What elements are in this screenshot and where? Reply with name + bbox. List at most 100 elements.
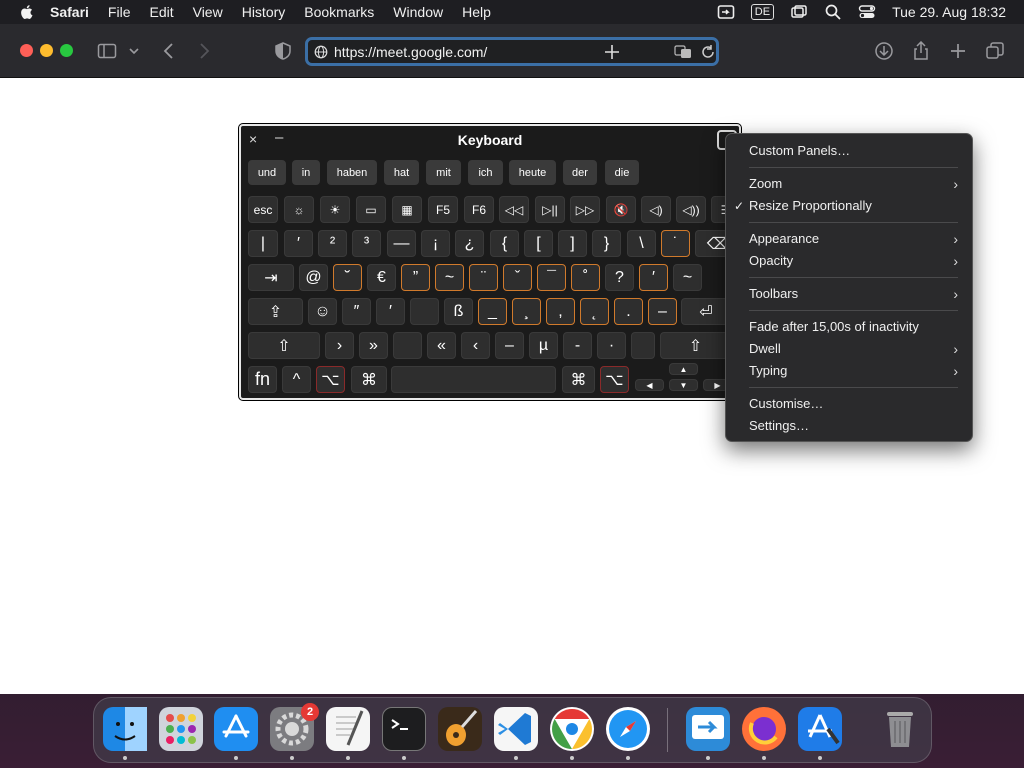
key-volume-down[interactable]: ◁) (641, 196, 671, 223)
key-command-left[interactable]: ⌘ (351, 366, 387, 393)
key[interactable] (631, 332, 655, 359)
key-brightness-down[interactable]: ☼ (284, 196, 314, 223)
forward-icon[interactable] (194, 41, 214, 61)
keyboard-viewer-panel[interactable]: × – Keyboard und in haben hat mit ich he… (238, 123, 742, 401)
terminal-icon[interactable] (382, 707, 426, 751)
apple-icon[interactable] (18, 3, 36, 21)
address-bar[interactable]: https://meet.google.com/ (305, 37, 719, 66)
dead-key[interactable]: ” (401, 264, 430, 291)
key[interactable]: { (490, 230, 519, 257)
suggestion-key[interactable]: und (248, 160, 286, 185)
key[interactable]: @ (299, 264, 328, 291)
menu-file[interactable]: File (108, 4, 131, 20)
window-minimize-button[interactable] (40, 44, 53, 57)
key-arrow-down[interactable]: ▼ (669, 379, 698, 391)
app-store-icon[interactable] (214, 707, 258, 751)
suggestion-key[interactable]: ich (468, 160, 503, 185)
menu-item-resize-proportionally[interactable]: ✓ Resize Proportionally (726, 195, 972, 217)
menu-item-dwell[interactable]: Dwell › (726, 338, 972, 360)
menu-item-typing[interactable]: Typing › (726, 360, 972, 382)
key-esc[interactable]: esc (248, 196, 278, 223)
firefox-icon[interactable] (742, 707, 786, 751)
key[interactable]: ] (558, 230, 587, 257)
menu-clock[interactable]: Tue 29. Aug 18:32 (892, 4, 1006, 20)
key[interactable]: \ (627, 230, 656, 257)
key-arrow-up[interactable]: ▲ (669, 363, 698, 375)
key[interactable]: ~ (673, 264, 702, 291)
downloads-icon[interactable] (874, 41, 894, 61)
dead-key[interactable]: ˚ (571, 264, 600, 291)
key[interactable]: µ (529, 332, 558, 359)
key-brightness-up[interactable]: ☀ (320, 196, 350, 223)
dead-key[interactable]: ˘ (333, 264, 362, 291)
window-switcher-icon[interactable] (790, 3, 808, 21)
dead-key[interactable]: . (614, 298, 643, 325)
key[interactable]: [ (524, 230, 553, 257)
key[interactable]: ² (318, 230, 347, 257)
key[interactable]: } (592, 230, 621, 257)
menu-item-settings[interactable]: Settings… (726, 415, 972, 437)
key-command-right[interactable]: ⌘ (562, 366, 595, 393)
key-shift-left[interactable]: ⇧ (248, 332, 320, 359)
key-control[interactable]: ^ (282, 366, 311, 393)
menu-item-custom-panels[interactable]: Custom Panels… (726, 140, 972, 162)
dead-key[interactable]: ˛ (580, 298, 609, 325)
key[interactable]: – (495, 332, 524, 359)
share-icon[interactable] (911, 41, 931, 61)
key[interactable]: › (325, 332, 354, 359)
key-mute[interactable]: 🔇 (606, 196, 636, 223)
menu-help[interactable]: Help (462, 4, 491, 20)
key[interactable]: € (367, 264, 396, 291)
key-mission-control[interactable]: ▭ (356, 196, 386, 223)
key[interactable]: ? (605, 264, 634, 291)
key[interactable]: ¿ (455, 230, 484, 257)
suggestion-key[interactable]: heute (509, 160, 556, 185)
menu-app-name[interactable]: Safari (50, 4, 89, 20)
translate-icon[interactable] (674, 44, 692, 60)
key-option-left[interactable]: ⌥ (316, 366, 345, 393)
key-fn[interactable]: fn (248, 366, 277, 393)
menu-item-toolbars[interactable]: Toolbars › (726, 283, 972, 305)
key-return[interactable]: ⏎ (681, 298, 731, 325)
sidebar-icon[interactable] (97, 41, 117, 61)
new-tab-icon[interactable] (948, 41, 968, 61)
dead-key[interactable]: ~ (435, 264, 464, 291)
dead-key[interactable]: ˙ (661, 230, 690, 257)
menu-item-customise[interactable]: Customise… (726, 393, 972, 415)
key[interactable]: ‹ (461, 332, 490, 359)
chevron-down-icon[interactable] (127, 41, 141, 61)
suggestion-key[interactable]: der (563, 160, 597, 185)
menu-item-zoom[interactable]: Zoom › (726, 173, 972, 195)
key[interactable] (393, 332, 422, 359)
chrome-icon[interactable] (550, 707, 594, 751)
key[interactable]: ¡ (421, 230, 450, 257)
key[interactable]: « (427, 332, 456, 359)
key-f5[interactable]: F5 (428, 196, 458, 223)
reload-icon[interactable] (700, 44, 716, 60)
safari-icon[interactable] (606, 707, 650, 751)
key-f6[interactable]: F6 (464, 196, 494, 223)
dead-key[interactable]: ¯ (537, 264, 566, 291)
dead-key[interactable]: , (546, 298, 575, 325)
key[interactable] (410, 298, 439, 325)
key[interactable]: ′ (376, 298, 405, 325)
menu-item-opacity[interactable]: Opacity › (726, 250, 972, 272)
key[interactable]: — (387, 230, 416, 257)
dead-key[interactable]: ¸ (512, 298, 541, 325)
suggestion-key[interactable]: in (292, 160, 320, 185)
key[interactable]: ′ (284, 230, 313, 257)
garageband-icon[interactable] (438, 707, 482, 751)
dead-key[interactable]: ˇ (503, 264, 532, 291)
back-icon[interactable] (159, 41, 179, 61)
key-volume-up[interactable]: ◁)) (676, 196, 706, 223)
key[interactable]: ß (444, 298, 473, 325)
key-rewind[interactable]: ◁◁ (499, 196, 529, 223)
suggestion-key[interactable]: mit (426, 160, 461, 185)
key[interactable]: ³ (352, 230, 381, 257)
finder-icon[interactable] (103, 707, 147, 751)
screen-sharing-icon[interactable] (686, 707, 730, 751)
dead-key[interactable]: ¨ (469, 264, 498, 291)
menu-history[interactable]: History (242, 4, 286, 20)
control-center-icon[interactable] (858, 3, 876, 21)
xcode-icon[interactable] (798, 707, 842, 751)
